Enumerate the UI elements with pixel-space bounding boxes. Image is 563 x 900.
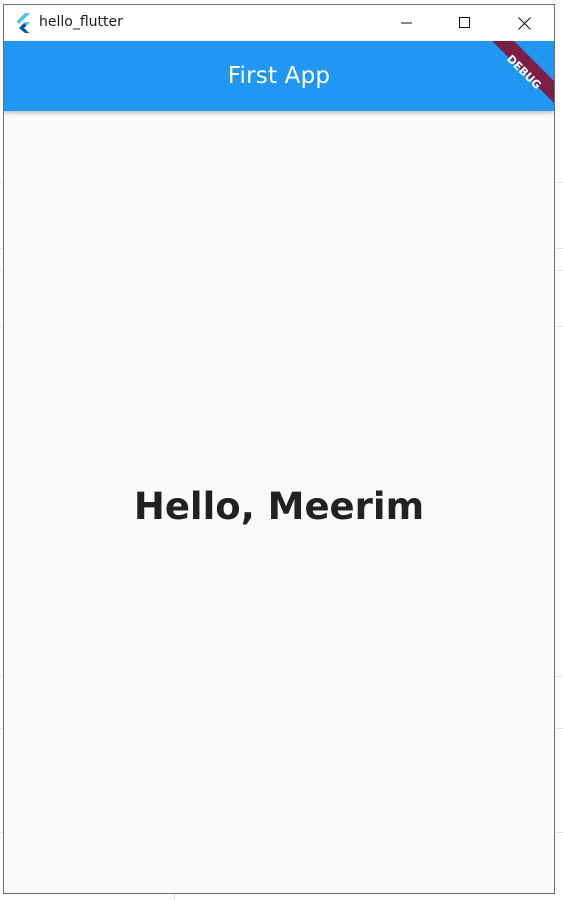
- maximize-button[interactable]: [442, 5, 488, 41]
- close-icon: [517, 16, 531, 30]
- close-button[interactable]: [501, 5, 547, 41]
- app-bar-title: First App: [227, 63, 331, 89]
- app-window: hello_flutter First App DEBUG Hello, Mee…: [3, 4, 555, 894]
- flutter-logo-icon: [16, 13, 30, 33]
- maximize-icon: [459, 17, 470, 28]
- minimize-button[interactable]: [384, 5, 430, 41]
- minimize-icon: [401, 22, 412, 24]
- background-divider: [174, 894, 175, 900]
- app-body: Hello, Meerim: [4, 111, 554, 893]
- window-title: hello_flutter: [39, 14, 123, 30]
- window-titlebar[interactable]: hello_flutter: [4, 5, 554, 41]
- greeting-text: Hello, Meerim: [133, 485, 425, 528]
- app-bar: First App: [4, 41, 554, 111]
